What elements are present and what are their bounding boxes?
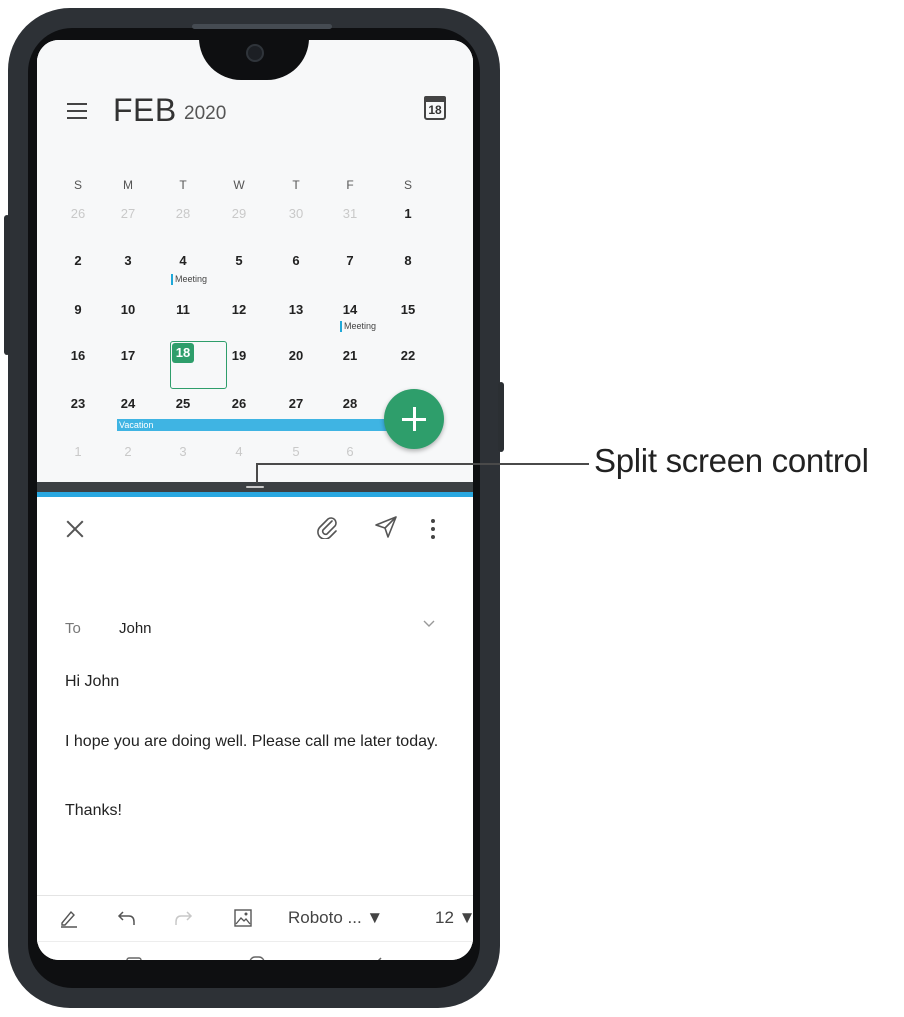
calendar-day[interactable]: 6 (335, 444, 365, 459)
calendar-day[interactable]: 5 (224, 253, 254, 268)
calendar-day[interactable]: 21 (335, 348, 365, 363)
calendar-day[interactable]: 23 (63, 396, 93, 411)
calendar-day[interactable]: 24 (113, 396, 143, 411)
recent-apps-icon[interactable] (125, 955, 143, 960)
image-icon[interactable] (233, 908, 253, 928)
calendar-day[interactable]: 9 (63, 302, 93, 317)
close-icon[interactable] (65, 519, 85, 539)
send-icon[interactable] (374, 516, 398, 538)
to-label: To (65, 620, 81, 637)
weekday-thu: T (292, 178, 300, 192)
volume-button (4, 215, 10, 355)
back-icon[interactable] (370, 954, 386, 960)
calendar-day[interactable]: 1 (63, 444, 93, 459)
calendar-day[interactable]: 2 (113, 444, 143, 459)
more-options-icon[interactable] (431, 519, 435, 543)
event-bar-vacation[interactable]: Vacation (117, 419, 427, 431)
calendar-day[interactable]: 3 (113, 253, 143, 268)
event-chip-meeting[interactable]: Meeting (340, 321, 376, 332)
calendar-day[interactable]: 28 (168, 206, 198, 221)
calendar-day[interactable]: 6 (281, 253, 311, 268)
weekday-sat: S (403, 178, 412, 192)
font-selector[interactable]: Roboto ... ▼ (288, 908, 383, 928)
calendar-day[interactable]: 19 (224, 348, 254, 363)
calendar-day[interactable]: 30 (281, 206, 311, 221)
home-icon[interactable] (247, 954, 267, 960)
split-screen-control-callout: Split screen control (594, 442, 869, 479)
calendar-day[interactable]: 2 (63, 253, 93, 268)
calendar-day[interactable]: 7 (335, 253, 365, 268)
font-size-selector[interactable]: 12 ▼ (435, 908, 473, 928)
calendar-day[interactable]: 4 (168, 253, 198, 268)
formatting-toolbar: Roboto ... ▼ 12 ▼ (37, 895, 473, 942)
calendar-day[interactable]: 3 (168, 444, 198, 459)
weekday-mon: M (123, 178, 133, 192)
hamburger-menu-icon[interactable] (67, 103, 87, 119)
calendar-day[interactable]: 28 (335, 396, 365, 411)
calendar-day[interactable]: 10 (113, 302, 143, 317)
calendar-day[interactable]: 26 (224, 396, 254, 411)
email-greeting[interactable]: Hi John (65, 671, 445, 692)
calendar-day[interactable]: 29 (224, 206, 254, 221)
weekday-fri: F (346, 178, 354, 192)
calendar-day[interactable]: 1 (393, 206, 423, 221)
speaker-grille (192, 24, 332, 29)
weekday-sun: S (73, 178, 82, 192)
callout-leader-horizontal (256, 463, 589, 465)
undo-icon[interactable] (117, 908, 137, 928)
recipient-field[interactable]: John (119, 620, 152, 637)
paperclip-icon[interactable] (316, 515, 338, 539)
calendar-day[interactable]: 31 (335, 206, 365, 221)
calendar-pane: FEB 2020 18 S M T W T F S 26 27 28 29 30… (37, 40, 473, 482)
callout-leader-vertical (256, 463, 258, 483)
calendar-day[interactable]: 5 (281, 444, 311, 459)
redo-icon[interactable] (173, 908, 193, 928)
calendar-day[interactable]: 12 (224, 302, 254, 317)
split-screen-handle[interactable] (246, 486, 264, 488)
calendar-day[interactable]: 17 (113, 348, 143, 363)
email-compose-pane: To John Hi John I hope you are doing wel… (37, 497, 473, 960)
power-button (498, 382, 504, 452)
chevron-down-icon[interactable] (421, 615, 437, 631)
calendar-day[interactable]: 8 (393, 253, 423, 268)
calendar-day[interactable]: 25 (168, 396, 198, 411)
weekday-tue: T (179, 178, 187, 192)
event-chip-meeting[interactable]: Meeting (171, 274, 207, 285)
email-body[interactable]: I hope you are doing well. Please call m… (65, 731, 445, 752)
calendar-day[interactable]: 4 (224, 444, 254, 459)
selected-day[interactable]: 18 (172, 343, 194, 363)
calendar-day[interactable]: 14 (335, 302, 365, 317)
calendar-day[interactable]: 15 (393, 302, 423, 317)
month-title[interactable]: FEB (113, 92, 177, 129)
calendar-day[interactable]: 26 (63, 206, 93, 221)
today-day-label: 18 (428, 103, 442, 117)
phone-screen: FEB 2020 18 S M T W T F S 26 27 28 29 30… (37, 40, 473, 960)
today-calendar-icon[interactable]: 18 (424, 96, 446, 120)
add-event-plus-icon[interactable] (384, 389, 444, 449)
weekday-wed: W (233, 178, 245, 192)
front-camera (246, 44, 264, 62)
email-signoff[interactable]: Thanks! (65, 800, 445, 821)
calendar-day[interactable]: 11 (168, 302, 198, 317)
navigation-bar (37, 941, 473, 960)
calendar-day[interactable]: 27 (113, 206, 143, 221)
calendar-day[interactable]: 16 (63, 348, 93, 363)
calendar-day[interactable]: 22 (393, 348, 423, 363)
calendar-day[interactable]: 27 (281, 396, 311, 411)
calendar-day[interactable]: 13 (281, 302, 311, 317)
year-title: 2020 (184, 103, 227, 124)
pen-icon[interactable] (59, 908, 79, 928)
calendar-day[interactable]: 20 (281, 348, 311, 363)
